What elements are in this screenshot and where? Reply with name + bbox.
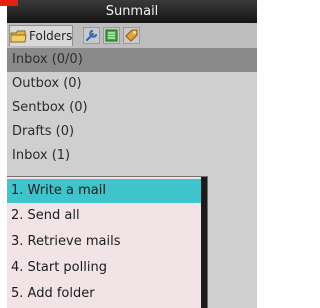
options-menu: 1. Write a mail 2. Send all 3. Retrieve … bbox=[7, 176, 208, 308]
app-title: Sunmail bbox=[105, 4, 159, 19]
menu-item-start-polling[interactable]: 4. Start polling bbox=[7, 256, 201, 280]
tab-folders-label: Folders bbox=[29, 29, 73, 43]
tab-folders[interactable]: Folders bbox=[9, 25, 73, 46]
folder-item-sentbox[interactable]: Sentbox (0) bbox=[7, 96, 257, 120]
toolbar: Folders bbox=[7, 23, 257, 48]
folder-item-outbox[interactable]: Outbox (0) bbox=[7, 72, 257, 96]
list-icon[interactable] bbox=[103, 27, 120, 44]
folder-icon bbox=[10, 29, 27, 43]
phone-screen: Sunmail Folders Inbox (0/0) Outbox (0) S… bbox=[7, 0, 257, 308]
menu-item-add-folder[interactable]: 5. Add folder bbox=[7, 282, 201, 306]
menu-item-write-mail[interactable]: 1. Write a mail bbox=[7, 179, 201, 203]
wrench-icon[interactable] bbox=[83, 27, 100, 44]
menu-scrollbar[interactable] bbox=[201, 177, 207, 308]
corner-marker bbox=[0, 0, 18, 6]
folder-item-drafts[interactable]: Drafts (0) bbox=[7, 120, 257, 144]
menu-item-retrieve-mails[interactable]: 3. Retrieve mails bbox=[7, 230, 201, 254]
tag-icon[interactable] bbox=[123, 27, 140, 44]
title-bar: Sunmail bbox=[7, 0, 257, 23]
folder-item-inbox-2[interactable]: Inbox (1) bbox=[7, 144, 257, 168]
menu-item-send-all[interactable]: 2. Send all bbox=[7, 204, 201, 228]
folder-item-inbox[interactable]: Inbox (0/0) bbox=[7, 48, 257, 72]
